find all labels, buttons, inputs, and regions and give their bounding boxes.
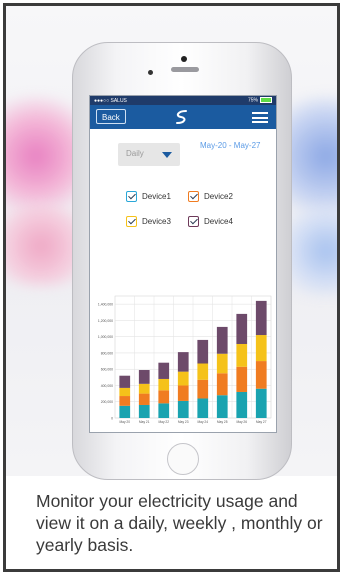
chart-svg: 0 200,000 400,000 600,000 800,000 1,000,000 1,… (98, 295, 272, 424)
salus-logo-icon (172, 108, 192, 126)
back-button[interactable]: Back (96, 109, 126, 124)
device-label: Device4 (204, 217, 233, 226)
x-tick-label: May 24 (198, 420, 209, 424)
bar-segment (119, 375, 131, 388)
bar-segment (216, 353, 228, 374)
hamburger-menu-icon[interactable] (252, 112, 268, 123)
bar-segment (119, 396, 131, 406)
bar-segment (255, 361, 267, 389)
battery-status: 75% (247, 97, 272, 104)
y-tick-label: 800,000 (101, 351, 113, 355)
bar-segment (177, 400, 189, 418)
bar-segment (158, 378, 170, 391)
bar-segment (216, 326, 228, 354)
bar-segment (197, 363, 209, 380)
bar-segment (158, 403, 170, 418)
checkbox-icon[interactable] (126, 216, 137, 227)
bar-segment (236, 391, 248, 418)
bar-segment (197, 398, 209, 418)
promo-frame: ●●●○○ SALUS 75% Back Daily May-20 - May-… (3, 3, 340, 572)
checkbox-icon[interactable] (126, 191, 137, 202)
bar-segment (138, 393, 150, 405)
x-tick-label: May 22 (159, 420, 170, 424)
carrier-label: ●●●○○ SALUS (94, 97, 127, 104)
phone-mockup: ●●●○○ SALUS 75% Back Daily May-20 - May-… (72, 42, 292, 480)
bar-segment (255, 300, 267, 336)
y-tick-label: 200,000 (101, 400, 113, 404)
bar-segment (119, 405, 131, 418)
bar-segment (255, 335, 267, 362)
caption-text: Monitor your electricity usage and view … (36, 491, 323, 555)
device-label: Device3 (142, 217, 171, 226)
x-tick-label: May 26 (237, 420, 248, 424)
bar-segment (177, 385, 189, 401)
chevron-down-icon (162, 152, 172, 158)
y-tick-label: 1,400,000 (98, 303, 113, 307)
bar-segment (158, 390, 170, 404)
x-tick-label: May 25 (217, 420, 228, 424)
bar-segment (138, 370, 150, 384)
battery-icon (260, 97, 272, 104)
phone-screen: ●●●○○ SALUS 75% Back Daily May-20 - May-… (89, 95, 277, 433)
y-tick-label: 600,000 (101, 368, 113, 372)
bar-segment (197, 339, 209, 364)
x-tick-label: May 21 (139, 420, 150, 424)
period-value: Daily (126, 149, 144, 158)
bar-segment (236, 343, 248, 367)
bar-segment (216, 373, 228, 396)
speaker-icon (171, 67, 199, 72)
bar-segment (177, 352, 189, 372)
y-tick-label: 400,000 (101, 384, 113, 388)
sensor-icon (148, 70, 153, 75)
y-tick-label: 0 (111, 417, 113, 421)
bar-segment (255, 388, 267, 418)
nav-bar: Back (90, 105, 276, 129)
x-tick-label: May 20 (120, 420, 131, 424)
x-tick-label: May 23 (178, 420, 189, 424)
x-tick-label: May 27 (256, 420, 267, 424)
usage-chart: 0 200,000 400,000 600,000 800,000 1,000,000 1,… (93, 286, 275, 431)
period-dropdown[interactable]: Daily (118, 143, 180, 166)
device1-toggle[interactable]: Device1 (126, 191, 171, 202)
device-label: Device2 (204, 192, 233, 201)
bar-segment (197, 379, 209, 399)
y-tick-label: 1,000,000 (98, 335, 113, 339)
device2-toggle[interactable]: Device2 (188, 191, 233, 202)
bar-segment (236, 366, 248, 392)
battery-percent: 75% (247, 97, 258, 104)
device-label: Device1 (142, 192, 171, 201)
camera-icon (181, 56, 187, 62)
bar-segment (177, 371, 189, 386)
home-button[interactable] (167, 443, 199, 475)
bar-segment (236, 313, 248, 344)
bar-segment (138, 383, 150, 394)
bar-segment (216, 395, 228, 418)
status-bar: ●●●○○ SALUS 75% (90, 96, 276, 105)
bar-segment (119, 387, 131, 397)
device4-toggle[interactable]: Device4 (188, 216, 233, 227)
checkbox-icon[interactable] (188, 216, 199, 227)
date-range[interactable]: May-20 - May-27 (200, 141, 260, 150)
bar-segment (158, 362, 170, 379)
bar-segment (138, 404, 150, 418)
checkbox-icon[interactable] (188, 191, 199, 202)
y-tick-label: 1,200,000 (98, 319, 113, 323)
device3-toggle[interactable]: Device3 (126, 216, 171, 227)
